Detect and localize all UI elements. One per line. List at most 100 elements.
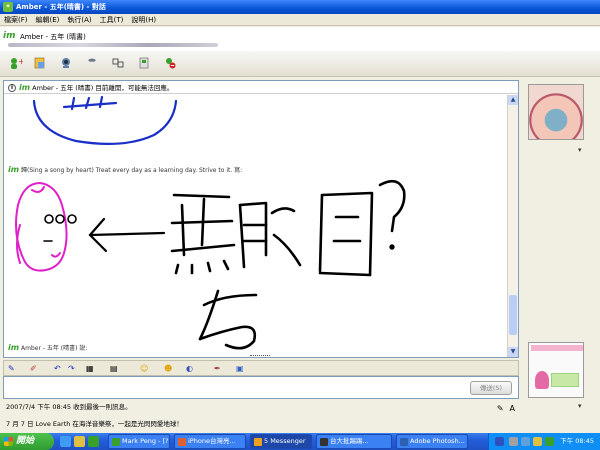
pen-width-icon[interactable]: ▦ <box>86 363 94 374</box>
call-icon[interactable] <box>84 55 100 71</box>
task-label: 台大批踢踢... <box>330 437 369 445</box>
redo-icon[interactable]: ↷ <box>68 363 75 374</box>
language-icon[interactable] <box>495 437 504 446</box>
chat-scrollbar[interactable]: ▲ ▼ <box>507 95 518 357</box>
start-button[interactable]: 開始 <box>0 433 54 450</box>
title-bar[interactable]: ✦ Amber - 五年(晴書) - 對話 <box>0 0 600 14</box>
system-tray: 下午 08:45 <box>488 433 600 450</box>
away-notice: i im Amber - 五年 (晴書) 目前離開，可能無法回應。 <box>4 81 518 94</box>
my-display-picture[interactable] <box>528 342 584 398</box>
pen-color-icon[interactable]: ✒ <box>214 363 221 374</box>
menu-tools[interactable]: 工具(T) <box>100 14 124 25</box>
messenger-icon <box>112 438 120 446</box>
invite-icon[interactable]: + <box>8 55 24 71</box>
handwriting-mode-icon[interactable]: ✎ <box>497 402 504 416</box>
send-file-icon[interactable] <box>32 55 48 71</box>
start-label: 開始 <box>16 436 35 446</box>
contact-header: im Amber - 五年 (晴書) <box>0 27 600 51</box>
message-input[interactable]: 傳送(S) <box>3 376 519 399</box>
scroll-down-icon[interactable]: ▼ <box>508 347 518 357</box>
black-face-features <box>43 214 77 242</box>
status-bar: 2007/7/4 下午 08:45 收到最後一則訊息。 ✎ A <box>3 400 519 414</box>
picture-green-box <box>551 373 579 387</box>
windows-logo-icon <box>4 437 13 446</box>
task-label: 5 Messenger <box>264 437 306 445</box>
black-text-drawing <box>170 179 406 350</box>
windows-taskbar: 開始 Mark Peng - [?... iPhone台灣亮... 5 Mess… <box>0 433 600 450</box>
wink-icon[interactable]: ☻ <box>164 363 172 374</box>
send-button[interactable]: 傳送(S) <box>470 381 512 395</box>
task-photoshop[interactable]: Adobe Photosh... <box>396 434 468 449</box>
message-sender-1: 歸(Sing a song by heart) Treat every day … <box>21 167 243 174</box>
arrow-drawing <box>88 217 166 253</box>
handwriting-canvas <box>15 95 406 350</box>
task-ptt[interactable]: 台大批踢踢... <box>316 434 392 449</box>
message-header-1: im 歸(Sing a song by heart) Treat every d… <box>8 165 242 174</box>
task-label: Mark Peng - [?... <box>122 437 170 445</box>
messenger-icon <box>254 438 262 446</box>
text-mode-icon[interactable]: A <box>510 402 515 416</box>
contact-display-picture[interactable] <box>528 84 584 140</box>
svg-text:+: + <box>18 57 23 66</box>
msn-icon[interactable] <box>88 436 99 447</box>
chevron-down-icon[interactable]: ▾ <box>578 146 582 154</box>
emoticon-icon[interactable]: ☺ <box>140 363 148 374</box>
browser-icon <box>178 438 186 446</box>
terminal-icon <box>320 438 328 446</box>
menu-file[interactable]: 檔案(F) <box>4 14 28 25</box>
handwriting-pen-icon[interactable]: ✎ <box>8 363 15 374</box>
pane-resize-handle[interactable] <box>250 355 270 357</box>
conversation-area[interactable]: i im Amber - 五年 (晴書) 目前離開，可能無法回應。 im 歸(S… <box>3 80 519 358</box>
display-pictures-panel: ▾ ▾ <box>524 80 596 410</box>
action-toolbar: + <box>0 51 600 77</box>
im-logo: im <box>8 343 20 352</box>
chevron-down-icon[interactable]: ▾ <box>578 402 582 410</box>
messenger-window: ✦ Amber - 五年(晴書) - 對話 檔案(F) 編輯(E) 執行(A) … <box>0 0 600 433</box>
task-messenger[interactable]: 5 Messenger <box>250 434 312 449</box>
network-icon[interactable] <box>521 437 530 446</box>
webcam-icon[interactable] <box>58 55 74 71</box>
window-title: Amber - 五年(晴書) - 對話 <box>16 3 106 11</box>
message-header-2: im Amber - 五年 (晴書) 說: <box>8 343 87 352</box>
menu-edit[interactable]: 編輯(E) <box>36 14 60 25</box>
away-text: Amber - 五年 (晴書) 目前離開，可能無法回應。 <box>32 84 174 92</box>
task-label: iPhone台灣亮... <box>188 437 236 445</box>
messenger-icon: ✦ <box>3 2 13 12</box>
messenger-tray-icon[interactable] <box>545 437 554 446</box>
im-logo: im <box>8 165 20 174</box>
picture-figure <box>535 371 549 389</box>
ie-icon[interactable] <box>60 436 71 447</box>
font-icon[interactable]: ▣ <box>236 363 244 374</box>
im-logo: im <box>19 83 31 92</box>
block-icon[interactable] <box>162 55 178 71</box>
volume-icon[interactable] <box>533 437 542 446</box>
message-sender-2: Amber - 五年 (晴書) 說: <box>21 345 88 352</box>
info-icon: i <box>8 84 16 92</box>
background-icon[interactable]: ▤ <box>110 363 118 374</box>
scroll-up-icon[interactable]: ▲ <box>508 95 518 105</box>
photoshop-icon <box>400 438 408 446</box>
picture-scribble <box>537 355 581 371</box>
task-label: Adobe Photosh... <box>410 437 465 445</box>
folder-icon[interactable] <box>74 436 85 447</box>
menu-actions[interactable]: 執行(A) <box>67 14 91 25</box>
contact-name: Amber - 五年 (晴書) <box>20 33 86 41</box>
games-icon[interactable] <box>136 55 152 71</box>
tray-icon[interactable] <box>509 437 518 446</box>
scroll-thumb[interactable] <box>509 295 517 335</box>
picture-banner <box>531 345 583 351</box>
im-logo: im <box>3 31 16 41</box>
blue-drawing <box>32 95 178 145</box>
menu-help[interactable]: 說明(H) <box>131 14 156 25</box>
news-ticker[interactable]: 7 月 7 日 Love Earth 在海洋音樂祭，一起是光閃閃愛地球！ <box>3 418 600 430</box>
task-iphone[interactable]: iPhone台灣亮... <box>174 434 246 449</box>
menu-bar: 檔案(F) 編輯(E) 執行(A) 工具(T) 說明(H) <box>0 14 600 26</box>
undo-icon[interactable]: ↶ <box>54 363 61 374</box>
nudge-icon[interactable]: ◐ <box>186 363 193 374</box>
eraser-icon[interactable]: ✐ <box>30 363 37 374</box>
task-mark-peng[interactable]: Mark Peng - [?... <box>108 434 170 449</box>
personal-message-blurred <box>8 43 218 47</box>
clock[interactable]: 下午 08:45 <box>560 433 594 450</box>
activities-icon[interactable] <box>110 55 126 71</box>
format-toolbar: ✎ ✐ ↶ ↷ ▦ ▤ ☺ ☻ ◐ ✒ ▣ <box>3 360 519 376</box>
